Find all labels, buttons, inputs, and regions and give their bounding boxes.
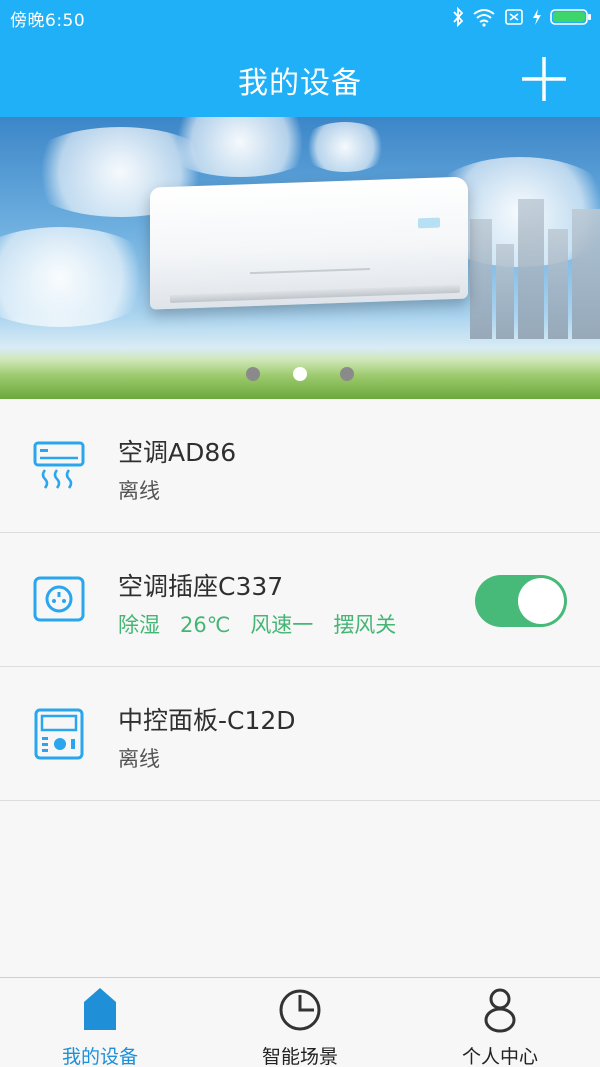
air-conditioner-icon <box>33 441 85 489</box>
carousel-dot-active[interactable] <box>293 367 307 381</box>
device-list: 空调AD86 离线 空调插座C337 除湿26℃风速一摆风关 中控面板-C <box>0 399 600 801</box>
battery-icon <box>550 7 592 27</box>
device-item-c337[interactable]: 空调插座C337 除湿 26℃ 风速一 摆风关 <box>0 533 600 667</box>
device-status: 离线 <box>118 479 160 503</box>
device-name: 空调插座C337 <box>118 572 284 601</box>
device-item-ad86[interactable]: 空调AD86 离线 <box>0 399 600 533</box>
control-panel-icon <box>34 708 84 760</box>
carousel-indicator <box>0 367 600 381</box>
mode-tag: 除湿 <box>118 613 160 637</box>
bluetooth-icon <box>452 7 464 27</box>
status-icons <box>452 6 592 28</box>
tab-label: 智能场景 <box>261 1046 338 1067</box>
device-name: 空调AD86 <box>118 438 237 467</box>
add-device-button[interactable] <box>520 55 568 103</box>
temperature-tag: 26℃ <box>180 613 231 637</box>
app-header: 傍晚6:50 我的设备 <box>0 0 600 117</box>
device-item-c12d[interactable]: 中控面板-C12D 离线 <box>0 667 600 801</box>
device-state-tags: 除湿 26℃ 风速一 摆风关 <box>118 609 416 639</box>
status-bar: 傍晚6:50 <box>0 0 600 34</box>
tab-my-devices[interactable]: 我的设备 <box>0 978 200 1067</box>
banner-carousel[interactable] <box>0 117 600 399</box>
tab-label: 我的设备 <box>61 1046 138 1067</box>
tab-label: 个人中心 <box>461 1046 538 1067</box>
home-icon <box>84 988 116 1030</box>
status-time: 傍晚6:50 <box>10 11 86 31</box>
power-toggle[interactable] <box>475 575 567 627</box>
fan-speed-tag: 风速一 <box>250 613 314 637</box>
carousel-dot[interactable] <box>340 367 354 381</box>
socket-icon <box>33 576 85 622</box>
no-sim-icon <box>504 7 524 27</box>
charging-icon <box>532 7 542 27</box>
device-name: 中控面板-C12D <box>118 706 296 735</box>
swing-tag: 摆风关 <box>333 613 397 637</box>
tab-smart-scenes[interactable]: 智能场景 <box>200 978 400 1067</box>
cloud-decoration <box>300 122 390 172</box>
plus-icon <box>522 57 566 101</box>
clock-icon <box>279 989 321 1031</box>
page-title: 我的设备 <box>238 66 362 101</box>
cloud-decoration <box>0 227 160 327</box>
tab-profile[interactable]: 个人中心 <box>400 978 600 1067</box>
bottom-nav: 我的设备 智能场景 个人中心 <box>0 977 600 1067</box>
carousel-dot[interactable] <box>246 367 260 381</box>
toggle-knob <box>518 578 564 624</box>
device-status: 离线 <box>118 747 160 771</box>
person-icon <box>484 988 516 1033</box>
air-conditioner-image <box>150 176 472 312</box>
wifi-icon <box>472 7 496 27</box>
